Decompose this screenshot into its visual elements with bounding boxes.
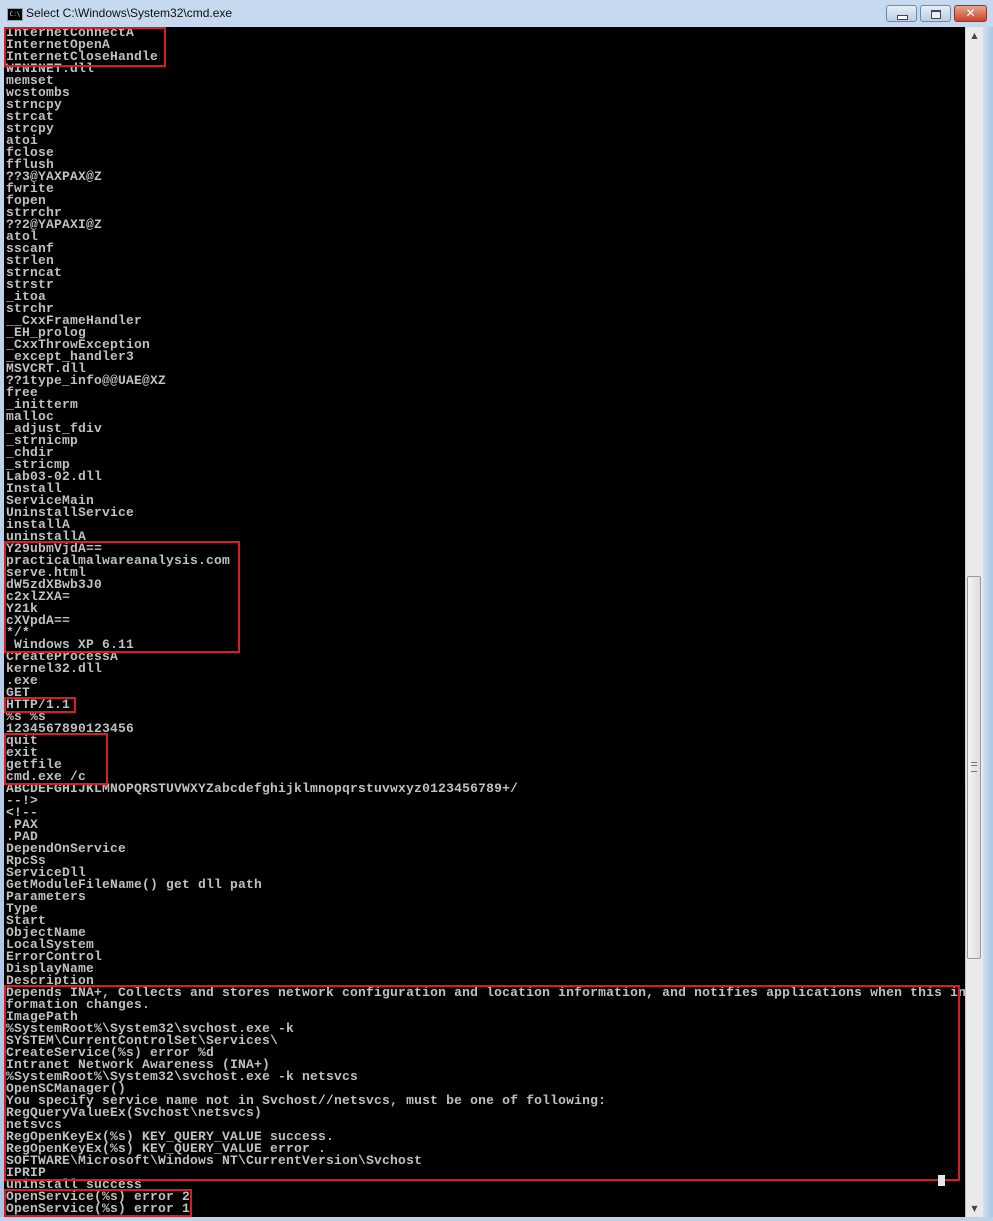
console-line: fopen: [6, 193, 47, 208]
window-title: Select C:\Windows\System32\cmd.exe: [26, 6, 233, 20]
console-line: Lab03-02.dll: [6, 469, 103, 484]
console-line: Parameters: [6, 889, 87, 904]
console-line: %SystemRoot%\System32\svchost.exe -k net…: [6, 1069, 359, 1084]
console-line: UninstallService: [6, 505, 135, 520]
console-line: _except_handler3: [6, 349, 135, 364]
scrollbar-thumb[interactable]: [967, 576, 981, 959]
console-line: atoi: [6, 133, 39, 148]
minimize-button[interactable]: [886, 5, 917, 22]
console-line: _adjust_fdiv: [6, 421, 103, 436]
console-line: HTTP/1.1: [6, 697, 71, 712]
console-line: fwrite: [6, 181, 55, 196]
console-line: atol: [6, 229, 39, 244]
title-bar[interactable]: C:\ Select C:\Windows\System32\cmd.exe ✕: [0, 0, 993, 27]
cmd-window: C:\ Select C:\Windows\System32\cmd.exe ✕…: [0, 0, 993, 1221]
console-line: strrchr: [6, 205, 63, 220]
console-line: <!--: [6, 805, 39, 820]
console-line: _initterm: [6, 397, 79, 412]
console-line: _itoa: [6, 289, 47, 304]
console-line: ObjectName: [6, 925, 87, 940]
close-button[interactable]: ✕: [954, 5, 987, 22]
cmd-app-icon[interactable]: C:\: [7, 8, 23, 21]
console-line: strstr: [6, 277, 55, 292]
scrollbar-grip-icon: [971, 762, 977, 772]
console-line: SOFTWARE\Microsoft\Windows NT\CurrentVer…: [6, 1153, 423, 1168]
text-cursor: [938, 1175, 945, 1186]
console-line: uninstallA: [6, 529, 87, 544]
window-frame-bottom: [0, 1217, 993, 1221]
console-line: GET: [6, 685, 31, 700]
console-line: --!>: [6, 793, 39, 808]
console-line: installA: [6, 517, 71, 532]
console-line: Type: [6, 901, 39, 916]
console-line: ??1type_info@@UAE@XZ: [6, 373, 167, 388]
console-line: */*: [6, 625, 31, 640]
console-line: fflush: [6, 157, 55, 172]
console-line: IPRIP: [6, 1165, 47, 1180]
console-line: malloc: [6, 409, 55, 424]
console-line: dW5zdXBwb3J0: [6, 577, 103, 592]
console-line: %s %s: [6, 709, 47, 724]
minimize-icon: [897, 15, 908, 20]
console-line: 1234567890123456: [6, 721, 135, 736]
console-line: exit: [6, 745, 39, 760]
maximize-icon: [931, 10, 941, 19]
console-line: kernel32.dll: [6, 661, 103, 676]
console-line: __CxxFrameHandler: [6, 313, 143, 328]
console-line: formation changes.: [6, 997, 151, 1012]
console-line: wcstombs: [6, 85, 71, 100]
console-line: practicalmalwareanalysis.com: [6, 553, 231, 568]
console-line: Windows XP 6.11: [6, 637, 135, 652]
window-frame-right: [983, 27, 993, 1221]
console-line: ErrorControl: [6, 949, 103, 964]
scroll-down-arrow-icon[interactable]: ▼: [966, 1200, 983, 1217]
console-line: strlen: [6, 253, 55, 268]
console-line: _strnicmp: [6, 433, 79, 448]
console-line: .PAD: [6, 829, 39, 844]
console-line: Y21k: [6, 601, 39, 616]
console-line: DisplayName: [6, 961, 95, 976]
console-line: strncat: [6, 265, 63, 280]
console-line: _stricmp: [6, 457, 71, 472]
scroll-up-arrow-icon[interactable]: ▲: [966, 27, 983, 44]
console-line: RegQueryValueEx(Svchost\netsvcs): [6, 1105, 263, 1120]
console-line: InternetCloseHandle: [6, 49, 159, 64]
console-line: _CxxThrowException: [6, 337, 151, 352]
console-line: serve.html: [6, 565, 87, 580]
console-line: OpenService(%s) error 1: [6, 1201, 191, 1216]
console-line: CreateProcessA: [6, 649, 119, 664]
vertical-scrollbar[interactable]: ▲ ▼: [966, 27, 983, 1217]
console-line: strcat: [6, 109, 55, 124]
console-line: .PAX: [6, 817, 39, 832]
console-line: memset: [6, 73, 55, 88]
console-line: quit: [6, 733, 39, 748]
console-output[interactable]: InternetConnectA InternetOpenA InternetClo…: [4, 27, 965, 1217]
console-line: _chdir: [6, 445, 55, 460]
console-line: fclose: [6, 145, 55, 160]
console-line: RpcSs: [6, 853, 47, 868]
console-line: LocalSystem: [6, 937, 95, 952]
console-line: cXVpdA==: [6, 613, 71, 628]
console-lines: InternetConnectA InternetOpenA InternetClo…: [6, 27, 965, 1215]
console-line: c2xlZXA=: [6, 589, 71, 604]
console-line: ABCDEFGHIJKLMNOPQRSTUVWXYZabcdefghijklmn…: [6, 781, 519, 796]
console-line: strchr: [6, 301, 55, 316]
console-line: ServiceMain: [6, 493, 95, 508]
close-icon: ✕: [965, 6, 976, 20]
console-line: strcpy: [6, 121, 55, 136]
console-line: GetModuleFileName() get dll path: [6, 877, 263, 892]
console-line: Install: [6, 481, 63, 496]
console-line: WININET.dll: [6, 61, 95, 76]
maximize-button[interactable]: [920, 5, 951, 22]
console-line: InternetConnectA: [6, 27, 135, 40]
console-line: free: [6, 385, 39, 400]
console-line: getfile: [6, 757, 63, 772]
console-line: sscanf: [6, 241, 55, 256]
console-line: strncpy: [6, 97, 63, 112]
console-line: Start: [6, 913, 47, 928]
console-line: .exe: [6, 673, 39, 688]
console-line: ??2@YAPAXI@Z: [6, 217, 103, 232]
console-line: ??3@YAXPAX@Z: [6, 169, 103, 184]
console-line: DependOnService: [6, 841, 127, 856]
